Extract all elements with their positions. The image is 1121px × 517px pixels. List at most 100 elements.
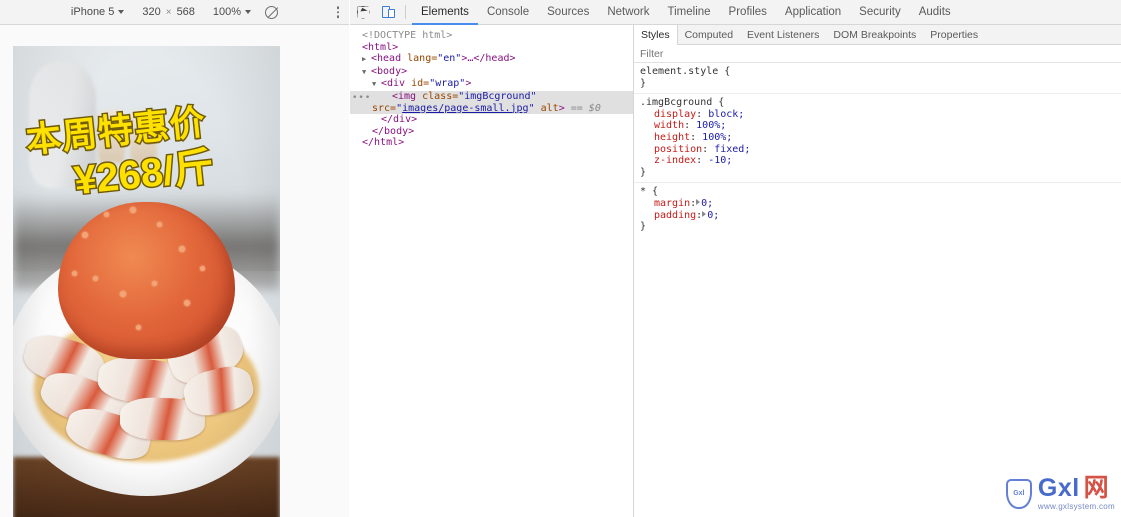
css-rule[interactable]: * { margin: 0; padding: 0; } [634, 183, 1121, 236]
inspect-element-icon[interactable] [350, 0, 376, 25]
watermark-url: www.gxlsystem.com [1037, 502, 1115, 511]
styles-filter-input[interactable] [634, 45, 1121, 63]
css-close-brace: } [640, 77, 647, 89]
viewport-height-input[interactable]: 568 [177, 6, 195, 18]
html-open-tag: <html> [362, 41, 399, 53]
shield-icon: Gxl [1005, 478, 1032, 509]
body-close-tag: </body> [372, 125, 415, 137]
div-open-tag: <div [381, 78, 406, 90]
head-open-tag: <head [371, 53, 402, 65]
viewport-scroll-area[interactable]: 本周特惠价 ¥268/斤 [0, 25, 349, 517]
dom-row[interactable]: </html> [350, 137, 633, 149]
devtools-panel: Elements Console Sources Network Timelin… [350, 0, 1121, 517]
dom-row[interactable]: <!DOCTYPE html> [350, 30, 633, 42]
watermark-text: Gxl 网 www.gxlsystem.com [1038, 476, 1115, 511]
shield-label: Gxl [1013, 490, 1025, 497]
tab-elements[interactable]: Elements [412, 0, 478, 25]
div-id-value: "wrap" [429, 78, 466, 90]
tab-network[interactable]: Network [598, 0, 658, 25]
tab-audits[interactable]: Audits [910, 0, 960, 25]
row-ellipsis[interactable]: ••• [352, 93, 371, 105]
img-src-attr: src= [372, 102, 397, 114]
viewport-width-input[interactable]: 320 [142, 6, 160, 18]
img-close-bracket: > [558, 102, 565, 114]
tab-security[interactable]: Security [850, 0, 910, 25]
css-close-brace: } [640, 166, 647, 178]
css-declaration[interactable]: height: 100%; [640, 132, 1115, 144]
watermark-logo: Gxl Gxl 网 www.gxlsystem.com [1005, 476, 1115, 511]
dom-row[interactable]: ▶ <head lang="en">…</head> [350, 53, 633, 66]
css-selector[interactable]: .imgBcground { [640, 97, 1115, 109]
no-throttling-icon[interactable] [265, 5, 279, 19]
doctype-text: <!DOCTYPE html> [362, 30, 453, 41]
dom-tree-pane[interactable]: <!DOCTYPE html> <html> ▶ <head lang="en">… [350, 25, 634, 517]
devtools-screenshot: iPhone 5 320 × 568 100% 本周特惠价 ¥268/斤 Ele… [0, 0, 1121, 517]
css-rules-list[interactable]: element.style { } .imgBcground { display… [634, 63, 1121, 263]
expand-shorthand-icon[interactable] [702, 210, 707, 217]
css-rule[interactable]: element.style { } [634, 63, 1121, 95]
chevron-down-icon [118, 10, 125, 14]
expand-shorthand-icon[interactable] [696, 198, 701, 205]
toolbar-divider [405, 5, 406, 19]
watermark-brand: Gxl 网 [1038, 476, 1115, 501]
css-declaration[interactable]: z-index: -10; [640, 155, 1115, 167]
css-selector[interactable]: * { [640, 186, 1115, 198]
div-close-tag: </div> [381, 114, 418, 126]
img-alt-attr: alt [534, 102, 559, 114]
tab-console[interactable]: Console [478, 0, 538, 25]
css-declaration[interactable]: display: block; [640, 109, 1115, 121]
dom-row-selected[interactable]: ••• <img class="imgBcground" src="images/… [350, 90, 633, 115]
selected-node-marker: == $0 [570, 102, 601, 114]
tab-profiles[interactable]: Profiles [720, 0, 776, 25]
watermark-brand-cn: 网 [1083, 474, 1110, 502]
device-name-label: iPhone 5 [70, 6, 115, 18]
dom-row[interactable]: ▼ <body> [350, 66, 633, 79]
tab-application[interactable]: Application [776, 0, 850, 25]
dimension-separator: × [165, 6, 172, 18]
phone-viewport[interactable]: 本周特惠价 ¥268/斤 [13, 46, 280, 517]
css-declaration[interactable]: padding: 0; [640, 210, 1115, 222]
img-class-attr: class= [416, 90, 459, 102]
tab-sources[interactable]: Sources [538, 0, 598, 25]
expand-triangle-icon[interactable]: ▶ [362, 54, 371, 66]
chevron-down-icon [245, 10, 252, 14]
tab-timeline[interactable]: Timeline [659, 0, 720, 25]
body-open-tag: <body> [371, 65, 408, 77]
div-open-end: > [465, 78, 472, 90]
div-id-attr: id= [405, 78, 430, 90]
tab-styles[interactable]: Styles [634, 25, 678, 45]
dom-row[interactable]: <html> [350, 42, 633, 54]
img-src-link[interactable]: images/page-small.jpg [402, 103, 528, 114]
css-declaration[interactable]: position: fixed; [640, 144, 1115, 156]
device-select[interactable]: iPhone 5 [70, 6, 125, 18]
zoom-select[interactable]: 100% [212, 6, 252, 18]
device-toolbar: iPhone 5 320 × 568 100% [0, 0, 349, 25]
devtools-tabbar: Elements Console Sources Network Timelin… [350, 0, 1121, 25]
css-declaration[interactable]: width: 100%; [640, 120, 1115, 132]
tab-computed[interactable]: Computed [678, 25, 740, 45]
collapse-triangle-icon[interactable]: ▼ [372, 79, 381, 91]
tab-dom-breakpoints[interactable]: DOM Breakpoints [826, 25, 923, 45]
watermark-brand-latin: Gxl [1037, 474, 1080, 502]
kebab-menu-icon[interactable] [336, 6, 339, 18]
css-selector[interactable]: element.style { [640, 66, 1115, 78]
zoom-level-label: 100% [212, 6, 242, 18]
head-close-tag: >…</head> [461, 53, 516, 65]
styles-tabbar: Styles Computed Event Listeners DOM Brea… [634, 25, 1121, 45]
dom-row[interactable]: </body> [350, 126, 633, 138]
html-close-tag: </html> [362, 137, 405, 149]
css-close-brace: } [640, 221, 647, 233]
device-toolbar-icon[interactable] [376, 0, 402, 25]
dom-row[interactable]: </div> [350, 114, 633, 126]
head-lang-value: "en" [437, 53, 462, 65]
tab-event-listeners[interactable]: Event Listeners [740, 25, 826, 45]
css-rule[interactable]: .imgBcground { display: block; width: 10… [634, 94, 1121, 184]
tab-properties[interactable]: Properties [923, 25, 985, 45]
page-background-image [13, 46, 280, 517]
css-declaration[interactable]: margin: 0; [640, 198, 1115, 210]
dom-row[interactable]: ▼ <div id="wrap"> [350, 78, 633, 91]
img-class-value: "imgBcground" [458, 90, 537, 102]
device-emulation-pane: iPhone 5 320 × 568 100% 本周特惠价 ¥268/斤 [0, 0, 349, 517]
img-open-tag: <img [392, 90, 417, 102]
collapse-triangle-icon[interactable]: ▼ [362, 67, 371, 79]
